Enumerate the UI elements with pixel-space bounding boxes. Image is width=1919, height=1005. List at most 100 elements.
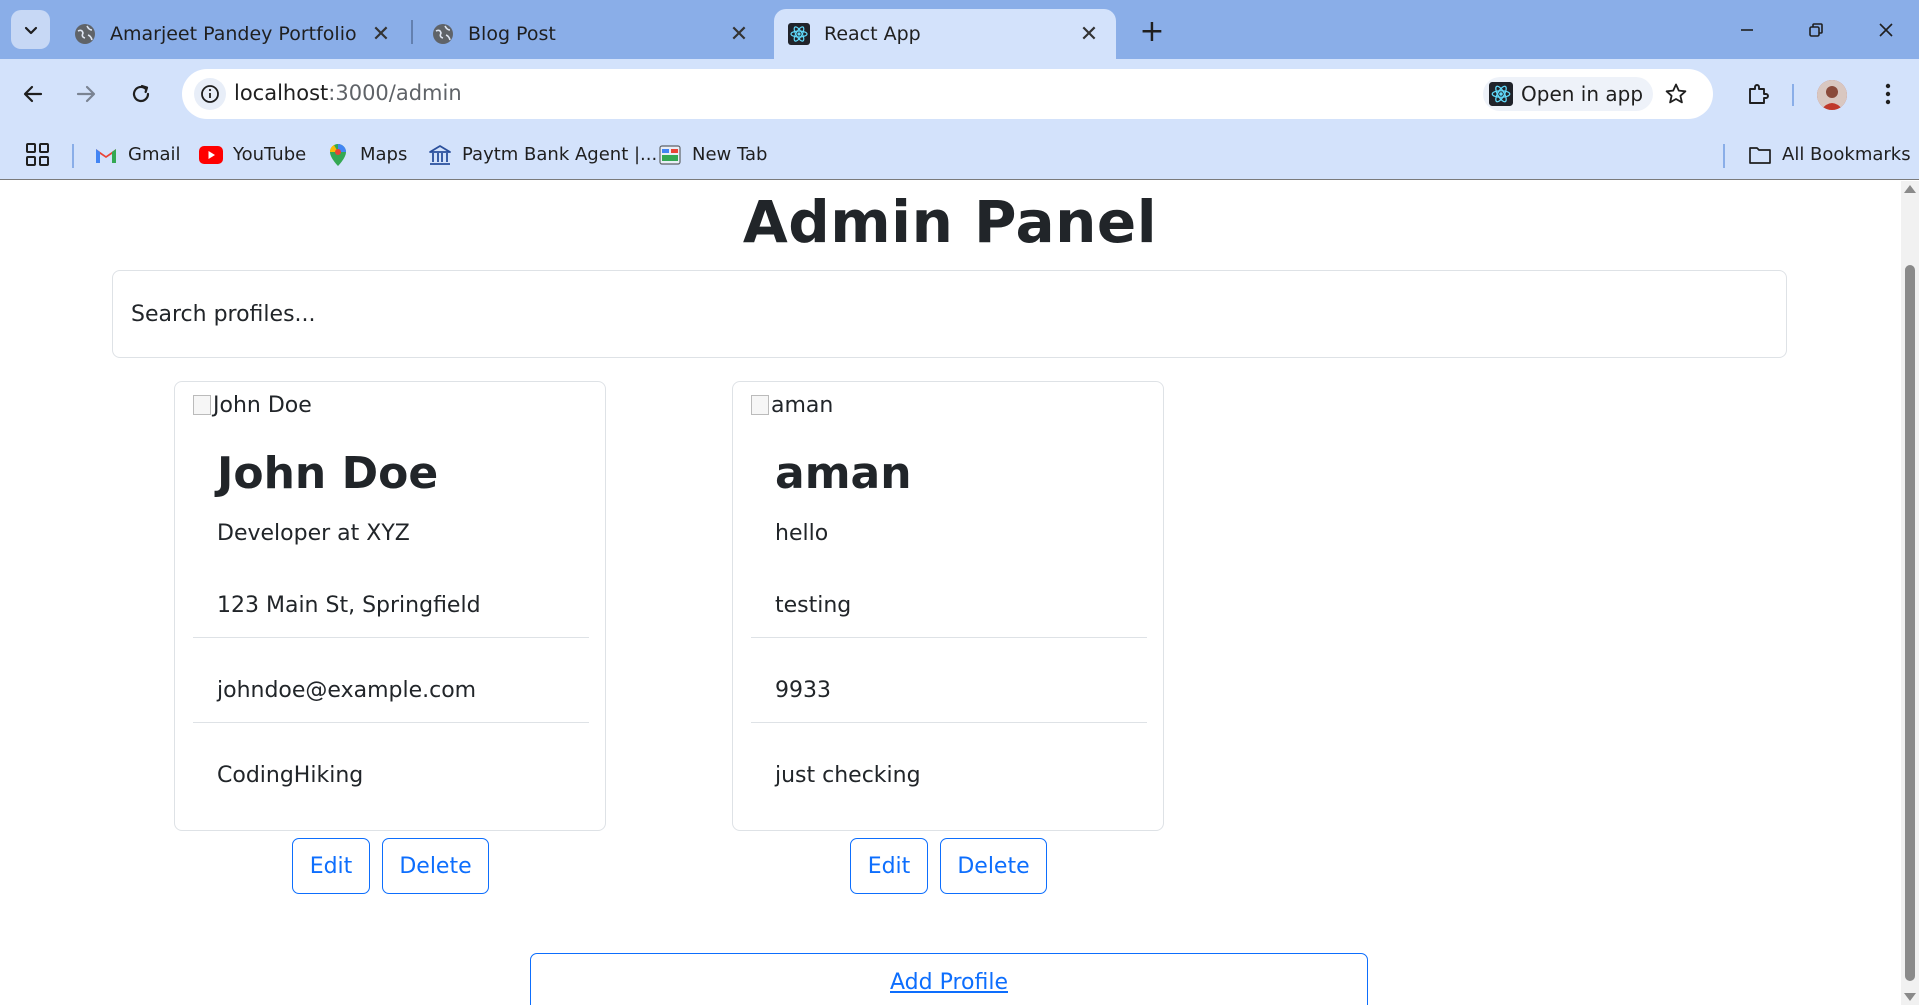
globe-icon — [432, 23, 454, 45]
card-divider — [193, 637, 589, 638]
bookmark-separator — [72, 144, 74, 168]
forward-button[interactable] — [66, 74, 106, 114]
scroll-down-arrow-icon[interactable] — [1904, 993, 1916, 1001]
profile-image-alt: John Doe — [213, 392, 312, 418]
broken-image-icon — [751, 395, 769, 415]
scrollbar-thumb[interactable] — [1905, 265, 1915, 981]
browser-toolbar: localhost:3000/admin Open in app — [0, 59, 1919, 129]
delete-button[interactable]: Delete — [382, 838, 489, 894]
toolbar-separator — [1792, 84, 1794, 106]
bookmark-label: New Tab — [692, 144, 768, 165]
reload-button[interactable] — [121, 74, 161, 114]
tab-react-app[interactable]: React App ✕ — [774, 9, 1116, 59]
newtab-icon — [658, 143, 682, 167]
reload-icon — [132, 84, 150, 103]
react-logo-icon — [788, 23, 810, 45]
arrow-right-icon — [76, 85, 96, 103]
star-icon — [1665, 83, 1687, 104]
profile-image: John Doe — [193, 390, 312, 420]
card-divider — [751, 637, 1147, 638]
close-icon[interactable]: ✕ — [368, 21, 394, 47]
open-in-app-label: Open in app — [1521, 82, 1644, 106]
bookmark-label: Paytm Bank Agent |... — [462, 144, 658, 165]
bank-icon — [428, 143, 452, 167]
bookmark-gmail[interactable]: Gmail — [94, 129, 181, 180]
add-profile-button[interactable]: Add Profile — [530, 953, 1368, 1005]
card-divider — [193, 722, 589, 723]
profile-headline: hello — [775, 521, 829, 546]
bookmark-maps[interactable]: Maps — [326, 129, 407, 180]
profile-card: John Doe John Doe Developer at XYZ 123 M… — [174, 381, 606, 831]
arrow-left-icon — [23, 85, 43, 103]
bookmark-label: Gmail — [128, 144, 181, 165]
open-in-app-button[interactable]: Open in app — [1483, 77, 1654, 111]
extensions-button[interactable] — [1738, 74, 1778, 114]
profile-image: aman — [751, 390, 833, 420]
profile-avatar[interactable] — [1817, 80, 1847, 110]
add-profile-link[interactable]: Add Profile — [890, 970, 1008, 1005]
address-bar[interactable]: localhost:3000/admin Open in app — [182, 69, 1713, 119]
bookmark-paytm[interactable]: Paytm Bank Agent |... — [428, 129, 657, 180]
browser-tabstrip: Amarjeet Pandey Portfolio ✕ Blog Post ✕ … — [0, 0, 1919, 59]
card-divider — [751, 722, 1147, 723]
back-button[interactable] — [13, 74, 53, 114]
delete-button[interactable]: Delete — [940, 838, 1047, 894]
apps-grid-icon — [26, 143, 49, 166]
bookmark-label: Maps — [360, 144, 408, 165]
restore-button[interactable] — [1793, 10, 1839, 50]
minimize-button[interactable] — [1724, 10, 1770, 50]
bookmark-new-tab[interactable]: New Tab — [658, 129, 767, 180]
globe-icon — [74, 23, 96, 45]
profile-contact: johndoe@example.com — [217, 678, 477, 703]
youtube-icon — [199, 143, 223, 167]
puzzle-icon — [1749, 84, 1769, 104]
edit-button[interactable]: Edit — [292, 838, 370, 894]
maps-icon — [326, 143, 350, 167]
profile-headline: Developer at XYZ — [217, 521, 410, 546]
page-viewport: Admin Panel John Doe John Doe Developer … — [0, 181, 1919, 1005]
tab-title: React App — [824, 23, 921, 45]
profile-image-alt: aman — [771, 392, 834, 418]
apps-grid-button[interactable] — [24, 141, 52, 169]
profile-contact: 9933 — [775, 678, 831, 703]
all-bookmarks-button[interactable]: All Bookmarks — [1748, 129, 1911, 180]
search-input[interactable] — [112, 270, 1787, 358]
profile-name: aman — [775, 448, 912, 499]
bookmark-label: YouTube — [233, 144, 307, 165]
tab-separator — [411, 20, 413, 44]
tab-search-button[interactable] — [11, 10, 50, 49]
tab-portfolio[interactable]: Amarjeet Pandey Portfolio ✕ — [60, 9, 408, 59]
close-icon — [1879, 23, 1893, 37]
bookmark-youtube[interactable]: YouTube — [199, 129, 306, 180]
chevron-down-icon — [24, 26, 37, 34]
bookmarks-bar: Gmail YouTube Maps Paytm Bank Agent |...… — [0, 129, 1919, 180]
restore-icon — [1809, 23, 1823, 37]
profile-address: 123 Main St, Springfield — [217, 593, 481, 618]
scroll-up-arrow-icon[interactable] — [1904, 185, 1916, 193]
folder-icon — [1748, 143, 1772, 167]
tab-title: Blog Post — [468, 23, 556, 45]
more-vertical-icon — [1885, 83, 1891, 105]
page-title: Admin Panel — [742, 188, 1158, 256]
edit-button[interactable]: Edit — [850, 838, 928, 894]
new-tab-button[interactable]: + — [1135, 14, 1169, 49]
close-icon[interactable]: ✕ — [726, 21, 752, 47]
url-text[interactable]: localhost:3000/admin — [234, 81, 462, 105]
gmail-icon — [94, 143, 118, 167]
page-scrollbar[interactable] — [1901, 181, 1919, 1005]
profile-name: John Doe — [217, 448, 439, 499]
bookmark-star-button[interactable] — [1660, 78, 1692, 110]
info-icon — [201, 85, 219, 103]
react-logo-icon — [1489, 82, 1513, 106]
avatar-icon — [1817, 80, 1847, 110]
tab-title: Amarjeet Pandey Portfolio — [110, 23, 357, 45]
all-bookmarks-label: All Bookmarks — [1782, 144, 1911, 165]
url-host: localhost — [234, 81, 329, 105]
profile-interests: CodingHiking — [217, 763, 364, 788]
close-window-button[interactable] — [1863, 10, 1909, 50]
site-info-button[interactable] — [194, 78, 226, 110]
browser-menu-button[interactable] — [1868, 74, 1908, 114]
tab-blog-post[interactable]: Blog Post ✕ — [418, 9, 766, 59]
close-icon[interactable]: ✕ — [1076, 21, 1102, 47]
profile-address: testing — [775, 593, 852, 618]
